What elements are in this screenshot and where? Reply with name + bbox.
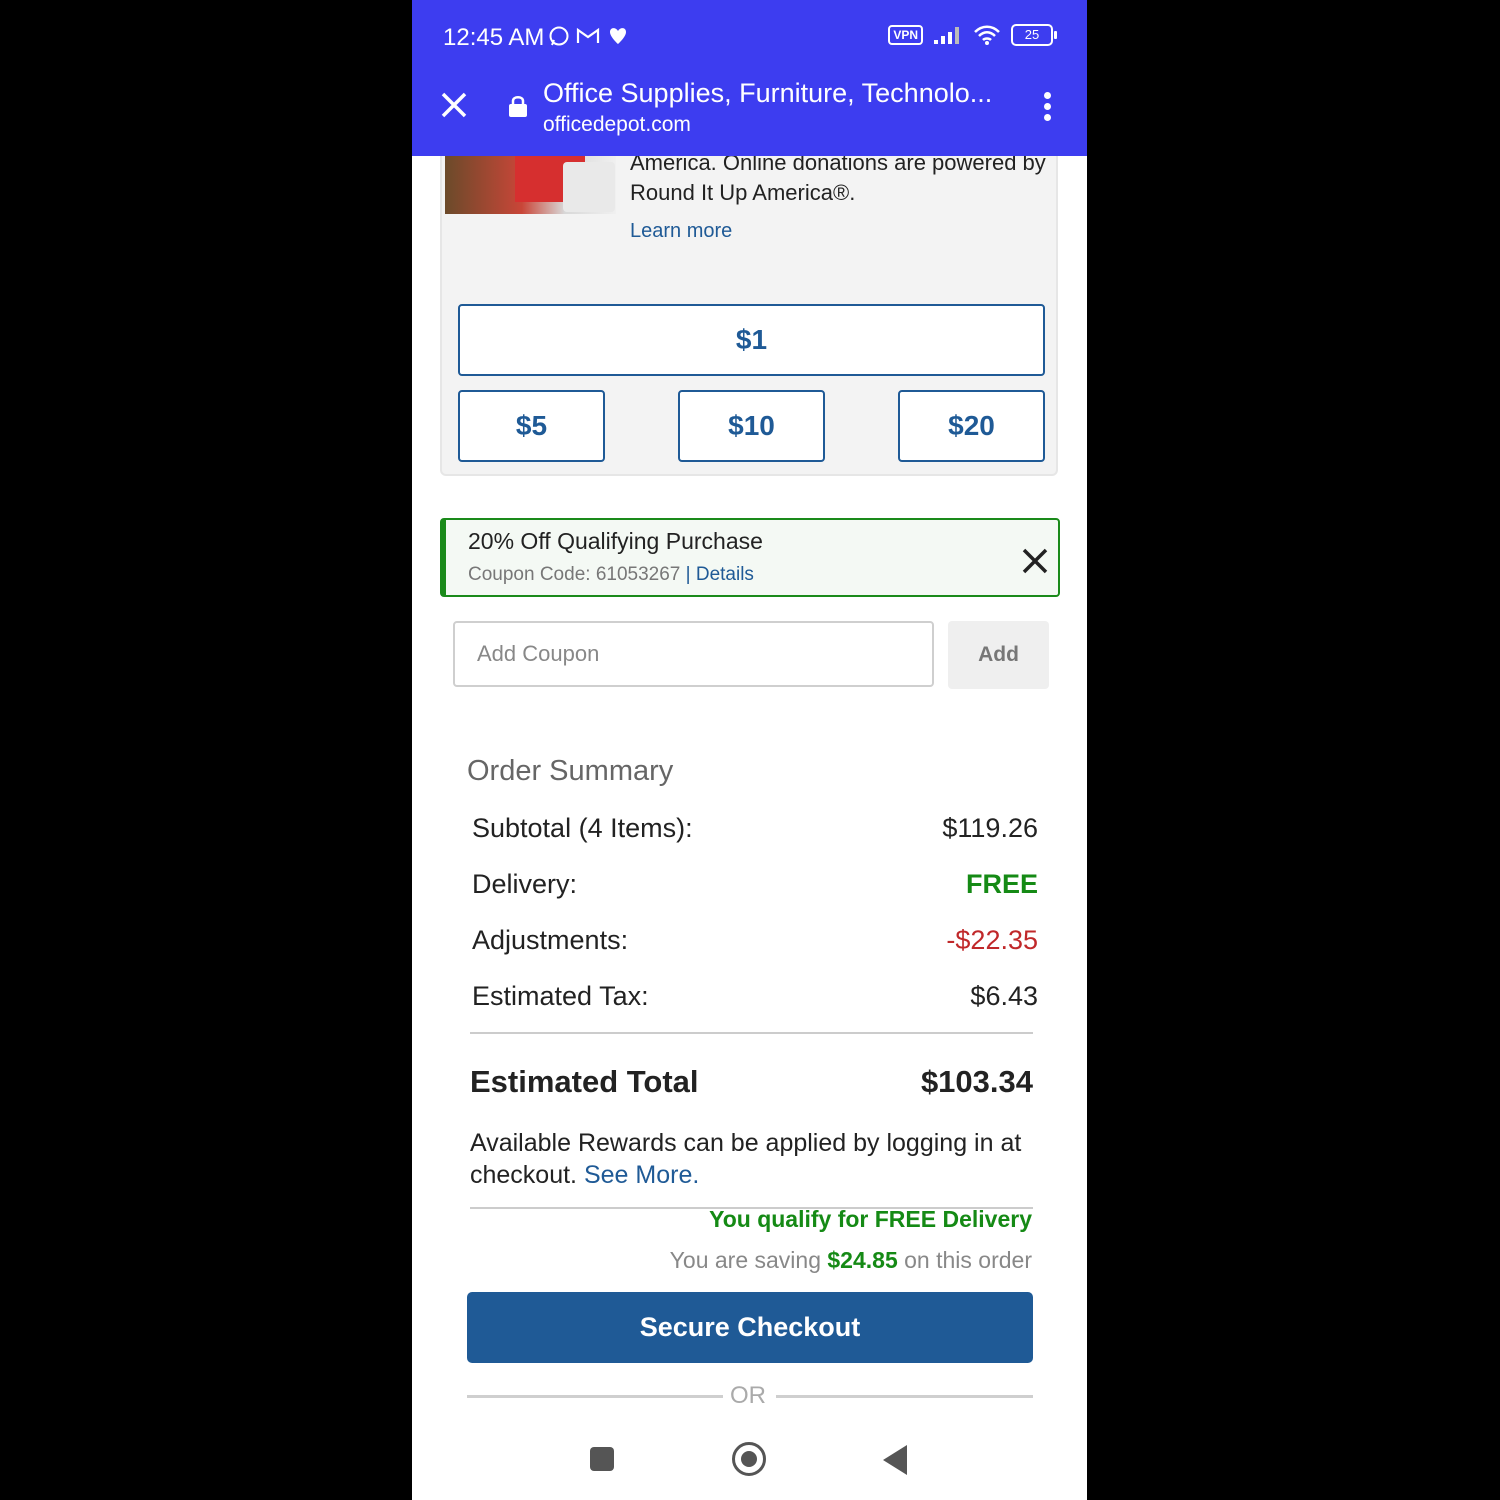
secure-checkout-button[interactable]: Secure Checkout — [467, 1292, 1033, 1363]
back-icon[interactable] — [883, 1445, 907, 1475]
donate-10-button[interactable]: $10 — [678, 390, 825, 462]
free-delivery-message: You qualify for FREE Delivery — [709, 1206, 1032, 1232]
saving-amount: $24.85 — [827, 1247, 898, 1273]
signal-icon — [934, 27, 959, 44]
donate-5-button[interactable]: $5 — [458, 390, 605, 462]
order-summary-heading: Order Summary — [467, 755, 674, 787]
learn-more-link[interactable]: Learn more — [630, 220, 732, 243]
home-icon[interactable] — [732, 1442, 766, 1476]
phone-screen: America. Online donations are powered by… — [412, 0, 1087, 1500]
saving-prefix: You are saving — [669, 1247, 821, 1273]
total-label: Estimated Total — [470, 1064, 699, 1099]
tax-label: Estimated Tax: — [472, 981, 649, 1011]
add-coupon-input[interactable] — [453, 621, 934, 687]
browser-toolbar: 12:45 AM VPN 25 Office Supplies, Furnitu… — [412, 0, 1087, 156]
gmail-icon — [576, 27, 600, 43]
donation-text: America. Online donations are powered by… — [630, 150, 1046, 205]
more-menu-icon[interactable] — [1040, 92, 1054, 122]
total-row: Estimated Total $103.34 — [470, 1064, 1033, 1100]
adjustments-value: -$22.35 — [946, 925, 1038, 955]
applied-coupon: 20% Off Qualifying Purchase Coupon Code:… — [440, 518, 1060, 597]
coupon-separator: | — [685, 564, 691, 585]
total-value: $103.34 — [920, 1064, 1033, 1099]
donate-1-button[interactable]: $1 — [458, 304, 1045, 376]
close-icon[interactable] — [439, 90, 469, 120]
coupon-title: 20% Off Qualifying Purchase — [468, 528, 763, 554]
system-nav-bar — [412, 1420, 1087, 1500]
page-title: Office Supplies, Furniture, Technolo... — [543, 78, 993, 108]
donation-card: America. Online donations are powered by… — [440, 120, 1058, 476]
saving-suffix: on this order — [904, 1247, 1032, 1273]
or-label: OR — [730, 1382, 766, 1409]
page-url: officedepot.com — [543, 113, 691, 136]
adjustments-label: Adjustments: — [472, 925, 629, 955]
or-divider-right — [776, 1395, 1033, 1398]
rewards-note: Available Rewards can be applied by logg… — [470, 1127, 1040, 1191]
coupon-details-link[interactable]: Details — [696, 564, 754, 585]
tax-value: $6.43 — [970, 981, 1038, 1011]
rewards-text: Available Rewards can be applied by logg… — [470, 1129, 1022, 1189]
battery-icon: 25 — [1011, 24, 1057, 46]
recents-icon[interactable] — [590, 1447, 614, 1471]
summary-divider — [470, 1032, 1033, 1034]
remove-coupon-icon[interactable] — [1020, 546, 1050, 576]
coupon-code-label: Coupon Code: 61053267 — [468, 564, 681, 585]
see-more-link[interactable]: See More. — [584, 1161, 699, 1189]
donate-20-button[interactable]: $20 — [898, 390, 1045, 462]
vpn-icon: VPN — [888, 25, 923, 45]
status-time: 12:45 AM — [443, 24, 545, 51]
subtotal-value: $119.26 — [942, 813, 1038, 843]
lock-icon — [509, 96, 527, 117]
saving-message: You are saving $24.85 on this order — [670, 1247, 1032, 1274]
whatsapp-icon — [549, 26, 569, 46]
wifi-icon — [974, 25, 1000, 45]
or-divider-left — [467, 1395, 723, 1398]
coupon-code: Coupon Code: 61053267 | Details — [468, 564, 754, 586]
add-coupon-button[interactable]: Add — [948, 621, 1049, 689]
delivery-value: FREE — [965, 869, 1038, 899]
location-heart-icon — [610, 28, 626, 44]
subtotal-label: Subtotal (4 Items): — [472, 813, 693, 843]
delivery-label: Delivery: — [472, 869, 578, 899]
